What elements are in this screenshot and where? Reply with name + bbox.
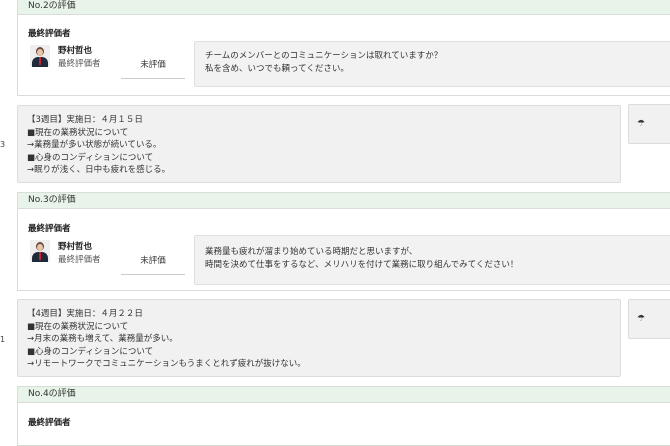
report-line: →眠りが浅く、日中も疲れを感じる。: [27, 165, 171, 176]
weekly-report: 【4週目】実施日：４月２２日 ■現在の業務状況について →月末の業務も増えて、業…: [17, 299, 621, 377]
evaluator-title: 最終評価者: [28, 418, 71, 428]
weather-indicator[interactable]: ☂: [628, 104, 670, 144]
weekly-report: 【3週目】実施日：４月１５日 ■現在の業務状況について →業務量が多い状態が続い…: [17, 105, 621, 183]
evaluator-role: 最終評価者: [58, 59, 101, 69]
evaluation-header: No.3の評価: [18, 193, 670, 209]
evaluation-header: No.4の評価: [18, 387, 670, 403]
row-number: 3: [0, 140, 6, 149]
avatar: [30, 240, 50, 262]
evaluation-block-no4: No.4の評価 最終評価者: [17, 386, 670, 446]
report-line: ■現在の業務状況について: [27, 127, 129, 138]
report-line: ■心身のコンディションについて: [27, 152, 154, 163]
report-line: →業務量が多い状態が続いている。: [27, 140, 162, 151]
evaluator-name: 野村哲也: [58, 242, 93, 252]
evaluation-status: 未評価: [121, 58, 185, 79]
report-line: →月末の業務も増えて、業務量が多い。: [27, 334, 178, 345]
evaluation-block-no3: No.3の評価 最終評価者 野村哲也 最終評価者 未評価 業務量も疲れが溜まり始…: [17, 192, 670, 291]
report-line: →リモートワークでコミュニケーションもうまくとれず疲れが抜けない。: [27, 359, 306, 370]
evaluation-comment: チームのメンバーとのコミュニケーションは取れていますか？ 私を含め、いつでも頼っ…: [194, 41, 670, 87]
evaluator-title: 最終評価者: [28, 29, 71, 39]
evaluation-status: 未評価: [121, 254, 185, 275]
evaluation-block-no2: No.2の評価 最終評価者 野村哲也 最終評価者 未評価 チームのメンバーとのコ…: [17, 0, 670, 96]
report-line: ■心身のコンディションについて: [27, 346, 154, 357]
avatar: [30, 45, 50, 67]
evaluator-role: 最終評価者: [58, 255, 101, 265]
evaluator-title: 最終評価者: [28, 224, 71, 234]
evaluation-comment: 業務量も疲れが溜まり始めている時期だと思いますが、 時間を決めて仕事をするなど、…: [194, 235, 670, 285]
report-line: 【4週目】実施日：４月２２日: [27, 309, 143, 319]
comment-line: 業務量も疲れが溜まり始めている時期だと思いますが、: [205, 247, 418, 257]
comment-line: チームのメンバーとのコミュニケーションは取れていますか？: [205, 51, 443, 61]
evaluation-header: No.2の評価: [18, 0, 670, 15]
umbrella-icon: ☂: [637, 314, 646, 324]
umbrella-icon: ☂: [637, 119, 646, 129]
row-number: 1: [0, 335, 6, 344]
comment-line: 時間を決めて仕事をするなど、メリハリを付けて業務に取り組んでみてください！: [205, 260, 519, 270]
comment-line: 私を含め、いつでも頼ってください。: [205, 64, 349, 74]
evaluator-name: 野村哲也: [58, 46, 93, 56]
weather-indicator[interactable]: ☂: [628, 299, 670, 339]
report-line: 【3週目】実施日：４月１５日: [27, 115, 143, 125]
report-line: ■現在の業務状況について: [27, 321, 129, 332]
